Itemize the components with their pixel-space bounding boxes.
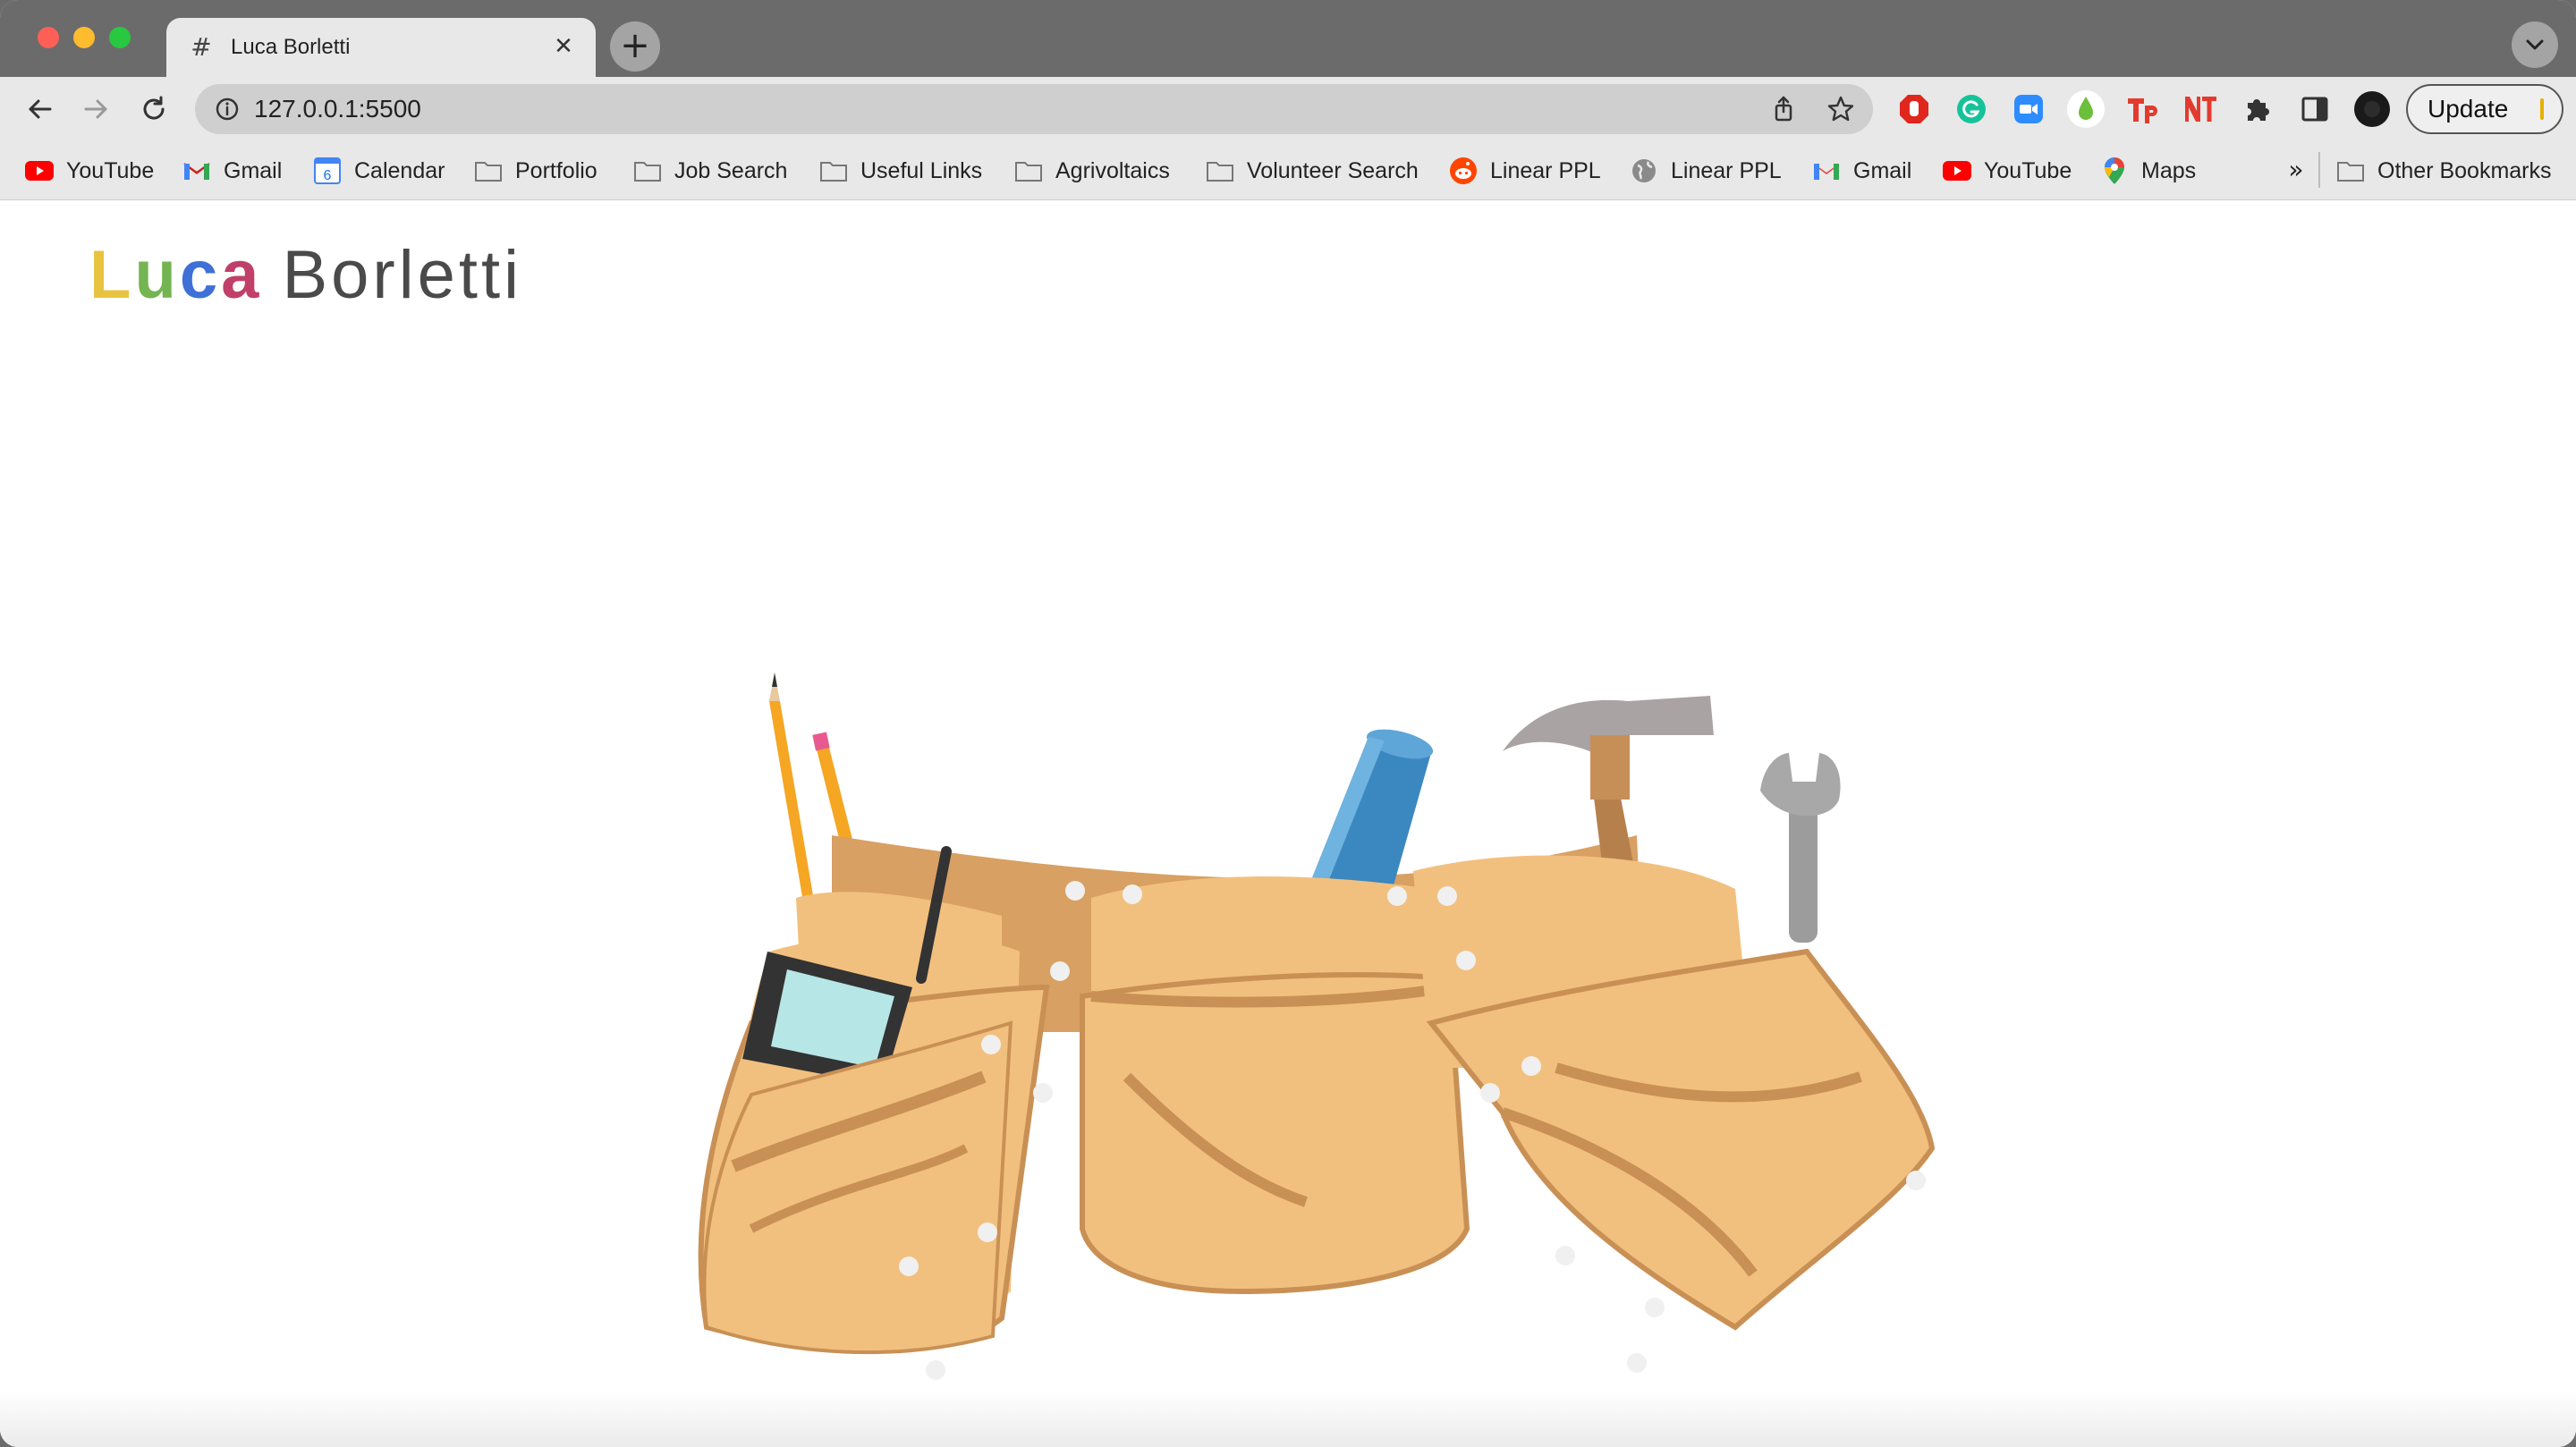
gmail-icon [182,157,211,185]
page-bottom-fade [0,1390,2576,1447]
bookmark-folder-useful-links[interactable]: Useful Links [819,141,982,200]
folder-icon [1014,157,1043,185]
bookmark-gmail-2[interactable]: Gmail [1812,141,1911,200]
kebab-menu-icon[interactable] [2540,98,2544,120]
tab-close-icon[interactable]: ✕ [549,32,578,61]
water-drop-icon [2067,90,2105,128]
bookmark-youtube-2[interactable]: YouTube [1943,141,2072,200]
tp-logo-icon [2128,98,2157,123]
bookmark-folder-portfolio[interactable]: Portfolio [474,141,597,200]
arrow-right-icon [84,99,107,119]
star-bookmark-icon[interactable] [1826,95,1855,123]
tab-search-button[interactable] [2512,21,2558,68]
bookmark-folder-job-search[interactable]: Job Search [633,141,787,200]
maps-pin-icon [2100,157,2129,185]
youtube-icon [25,157,54,185]
folder-icon [633,157,662,185]
video-camera-icon [2014,95,2043,123]
reload-button[interactable] [134,89,174,129]
hand-stop-icon [1900,95,1928,123]
wrench-icon [1760,753,1841,943]
grammarly-icon [1957,95,1986,123]
minimize-window-button[interactable] [73,27,95,48]
calendar-day: 6 [324,168,332,183]
drop-extension-button[interactable] [2066,89,2106,129]
profile-button[interactable] [2352,89,2392,129]
folder-icon [1206,157,1234,185]
url-text[interactable]: 127.0.0.1:5500 [254,84,421,134]
site-info-icon[interactable] [215,97,240,122]
gmail-icon [1812,157,1841,185]
bookmark-maps[interactable]: Maps [2100,141,2196,200]
folder-icon [474,157,503,185]
bookmark-youtube[interactable]: YouTube [25,141,154,200]
logo-letter: a [221,237,263,313]
tab-active[interactable]: # Luca Borletti ✕ [166,18,596,77]
nt-extension-button[interactable] [2181,89,2220,129]
folder-icon [2336,157,2365,185]
update-button[interactable]: Update [2406,84,2563,134]
toolbar: 127.0.0.1:5500 Update [0,77,2576,141]
extensions-button[interactable] [2238,89,2277,129]
update-label: Update [2428,95,2509,123]
back-button[interactable] [20,89,59,129]
bookmark-linear-ppl-reddit[interactable]: Linear PPL [1449,141,1601,200]
new-tab-button[interactable]: + [610,21,660,72]
bookmark-folder-volunteer-search[interactable]: Volunteer Search [1206,141,1419,200]
reddit-icon [1449,157,1478,185]
calendar-icon: 6 [313,157,342,185]
close-window-button[interactable] [38,27,59,48]
logo-letter: c [179,237,222,313]
puzzle-piece-icon [2248,99,2269,121]
share-icon[interactable] [1769,95,1798,123]
logo-letter: L [89,237,135,313]
avatar [2354,91,2390,127]
zoom-window-button[interactable] [109,27,131,48]
side-panel-icon [2301,97,2328,122]
arrow-left-icon [29,99,52,119]
bookmark-calendar[interactable]: 6 Calendar [313,141,445,200]
bookmarks-divider [2318,152,2320,188]
tp-extension-button[interactable] [2123,89,2163,129]
bookmark-linear-ppl-web[interactable]: Linear PPL [1630,141,1782,200]
bookmarks-overflow-button[interactable]: » [2283,154,2309,186]
nt-logo-icon [2185,97,2216,122]
tab-strip: # Luca Borletti ✕ + [0,0,2576,77]
side-panel-button[interactable] [2295,89,2334,129]
chevron-down-icon [2526,39,2544,50]
folder-icon [819,157,848,185]
browser-window: # Luca Borletti ✕ + 127.0.0.1:5500 Updat… [0,0,2576,1447]
youtube-icon [1943,157,1971,185]
hashtag-favicon-icon: # [191,32,212,62]
zoom-extension-button[interactable] [2009,89,2048,129]
tool-belt-icon [698,673,1936,1380]
forward-button[interactable] [77,89,116,129]
bookmarks-bar: YouTube Gmail 6 Calendar Portfolio Job S… [0,141,2576,200]
logo-last-name: Borletti [282,237,522,313]
address-bar[interactable]: 127.0.0.1:5500 [195,84,1873,134]
bookmark-folder-agrivoltaics[interactable]: Agrivoltaics [1014,141,1170,200]
site-logo[interactable]: Luca Borletti [89,231,522,320]
grammarly-extension-button[interactable] [1952,89,1991,129]
bookmark-folder-other[interactable]: Other Bookmarks [2336,141,2552,200]
page-content: Luca Borletti [0,200,2576,1447]
bookmark-gmail[interactable]: Gmail [182,141,282,200]
reload-icon [143,96,165,120]
globe-icon [1630,157,1658,185]
adblock-extension-button[interactable] [1894,89,1934,129]
logo-letter: u [134,237,180,313]
tab-title: Luca Borletti [231,35,351,59]
